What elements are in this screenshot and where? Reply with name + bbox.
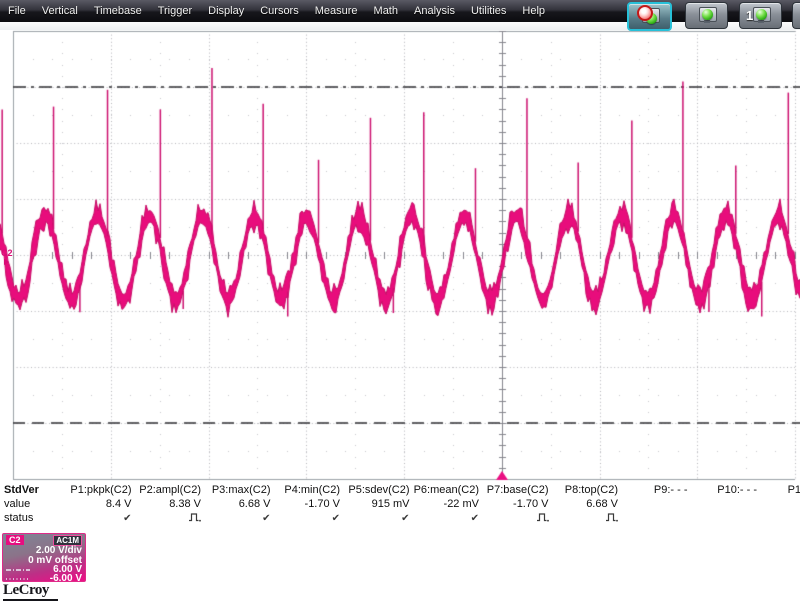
measure-param-label: P3:max(C2) xyxy=(203,484,273,498)
measure-param-label: P4:min(C2) xyxy=(273,484,343,498)
measure-param-label: P11:- - - xyxy=(759,484,800,498)
measure-param-value: 8.38 V xyxy=(134,498,204,512)
dashdot-pattern-icon xyxy=(6,568,30,572)
measure-param-value: 6.68 V xyxy=(203,498,273,512)
alarm-clock-icon xyxy=(637,5,653,21)
measure-param-status: ✔ xyxy=(273,512,343,526)
measure-param-status: ✔ xyxy=(203,512,273,526)
menu-item-vertical[interactable]: Vertical xyxy=(34,0,86,22)
measure-param-value xyxy=(690,498,760,512)
green-orb-icon xyxy=(702,9,713,20)
trace-zero-marker-c2: C2 xyxy=(1,249,13,258)
button-number-label: 1 xyxy=(746,8,753,23)
menu-item-utilities[interactable]: Utilities xyxy=(463,0,514,22)
toolbar-button-display-b[interactable]: 1 xyxy=(739,2,782,29)
menu-bar: FileVerticalTimebaseTriggerDisplayCursor… xyxy=(0,0,800,22)
measure-param-status: ✔ xyxy=(412,512,482,526)
measure-param-label: P8:top(C2) xyxy=(551,484,621,498)
measure-param-label: P9:- - - xyxy=(620,484,690,498)
measure-param-label: P7:base(C2) xyxy=(481,484,551,498)
measure-param-status xyxy=(134,512,204,526)
toolbar-strip xyxy=(0,22,800,30)
measure-param-value: 6.68 V xyxy=(551,498,621,512)
menu-item-math[interactable]: Math xyxy=(366,0,406,22)
green-orb-icon xyxy=(756,9,767,20)
measure-param-status xyxy=(551,512,621,526)
menu-item-help[interactable]: Help xyxy=(514,0,553,22)
lecroy-logo: LeCroy xyxy=(3,582,58,601)
measure-param-label: P2:ampl(C2) xyxy=(134,484,204,498)
channel-descriptor-c2[interactable]: C2 AC1M 2.00 V/div 0 mV offset 6.00 V -6… xyxy=(2,533,86,582)
menu-item-file[interactable]: File xyxy=(0,0,34,22)
measure-param-status xyxy=(620,512,690,526)
measure-param-value xyxy=(759,498,800,512)
measure-param-status xyxy=(481,512,551,526)
channel-badge: C2 xyxy=(6,535,24,545)
menu-item-measure[interactable]: Measure xyxy=(307,0,366,22)
measure-row-header: status xyxy=(0,512,64,526)
measure-row-header: StdVer xyxy=(0,484,64,498)
menu-item-analysis[interactable]: Analysis xyxy=(406,0,463,22)
measurement-table: StdVerP1:pkpk(C2)P2:ampl(C2)P3:max(C2)P4… xyxy=(0,484,800,528)
measure-param-value: 915 mV xyxy=(342,498,412,512)
measure-param-value: -1.70 V xyxy=(273,498,343,512)
measure-param-status: ✔ xyxy=(342,512,412,526)
measure-param-status: ✔ xyxy=(64,512,134,526)
measure-param-value xyxy=(620,498,690,512)
measure-param-value: -1.70 V xyxy=(481,498,551,512)
toolbar-button-partial[interactable] xyxy=(792,2,800,29)
dotted-pattern-icon xyxy=(6,577,30,581)
menu-item-display[interactable]: Display xyxy=(200,0,252,22)
menu-item-trigger[interactable]: Trigger xyxy=(150,0,200,22)
toolbar-button-display-a[interactable] xyxy=(685,2,728,29)
measure-param-label: P10:- - - xyxy=(690,484,760,498)
measure-param-status xyxy=(759,512,800,526)
toolbar-button-auto-setup[interactable] xyxy=(627,2,672,31)
menu-item-timebase[interactable]: Timebase xyxy=(86,0,150,22)
measure-param-label: P1:pkpk(C2) xyxy=(64,484,134,498)
measure-param-label: P5:sdev(C2) xyxy=(342,484,412,498)
measure-param-status xyxy=(690,512,760,526)
menu-item-cursors[interactable]: Cursors xyxy=(252,0,307,22)
measure-row-header: value xyxy=(0,498,64,512)
measure-param-value: 8.4 V xyxy=(64,498,134,512)
measure-param-value: -22 mV xyxy=(412,498,482,512)
measure-param-label: P6:mean(C2) xyxy=(412,484,482,498)
